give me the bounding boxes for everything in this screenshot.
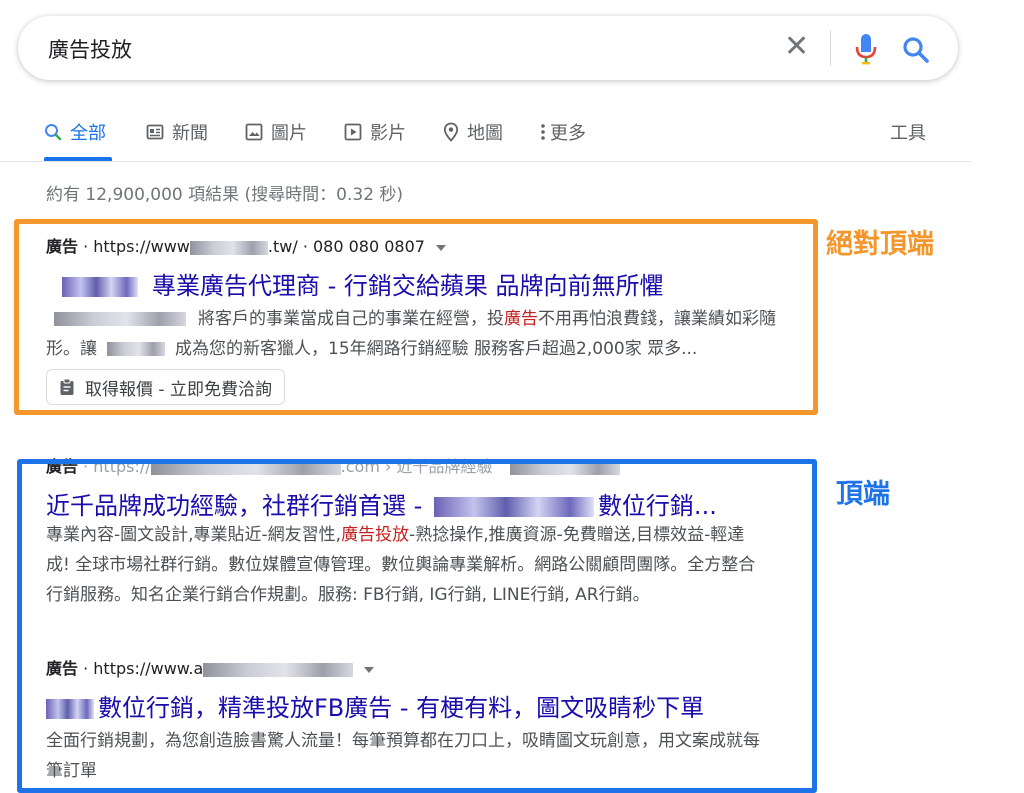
divider: [830, 30, 831, 66]
clear-icon[interactable]: ✕: [784, 30, 809, 64]
microphone-icon[interactable]: [854, 32, 878, 66]
search-tabs: 全部 新聞 圖片 影片 地圖 更多 工具: [0, 118, 972, 164]
image-icon: [245, 123, 263, 141]
tab-images[interactable]: 圖片: [245, 118, 307, 146]
tab-videos[interactable]: 影片: [344, 118, 406, 146]
search-bar[interactable]: 廣告投放 ✕: [18, 16, 958, 80]
video-icon: [344, 123, 362, 141]
annotation-box-absolute-top: [14, 219, 818, 415]
map-pin-icon: [443, 122, 459, 142]
search-icon: [45, 124, 62, 141]
search-icon[interactable]: [902, 36, 930, 64]
tools-button[interactable]: 工具: [890, 118, 926, 146]
tab-all[interactable]: 全部: [44, 118, 106, 146]
result-stats: 約有 12,900,000 項結果 (搜尋時間：0.32 秒): [46, 185, 404, 205]
annotation-label-absolute-top: 絕對頂端: [826, 229, 934, 260]
annotation-label-top: 頂端: [836, 479, 890, 510]
search-input[interactable]: 廣告投放: [48, 34, 132, 64]
news-icon: [146, 124, 164, 140]
tab-more[interactable]: 更多: [540, 118, 586, 146]
tabs-divider: [0, 161, 972, 162]
tab-news[interactable]: 新聞: [146, 118, 208, 146]
annotation-box-top: [17, 459, 817, 793]
tab-maps[interactable]: 地圖: [443, 118, 503, 146]
more-vert-icon: [541, 124, 545, 140]
